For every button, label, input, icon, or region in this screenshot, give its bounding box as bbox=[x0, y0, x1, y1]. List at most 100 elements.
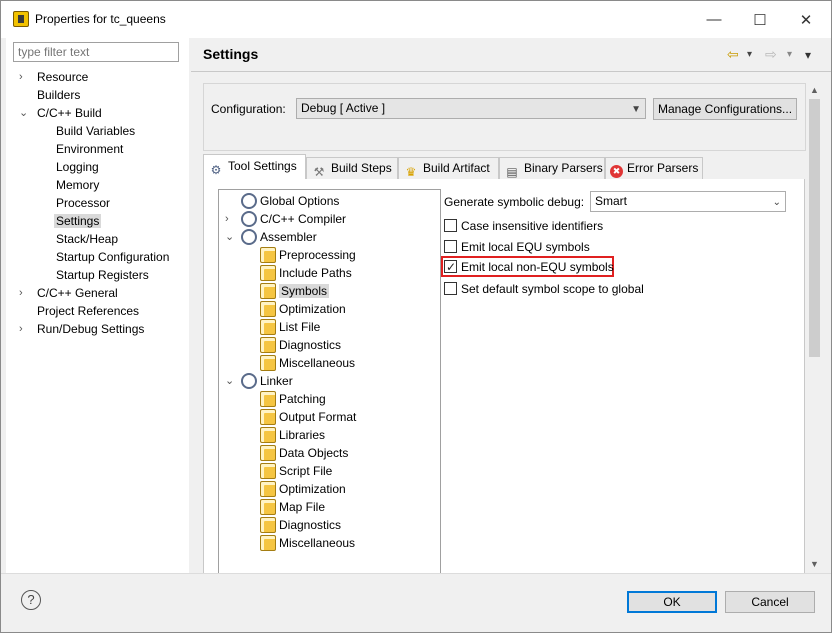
chevron-down-icon[interactable]: ⌄ bbox=[19, 104, 29, 122]
back-history-dropdown-icon[interactable]: ▾ bbox=[747, 49, 752, 60]
nav-item-startup-registers[interactable]: Startup Registers bbox=[56, 266, 149, 284]
nav-item-label: Stack/Heap bbox=[56, 232, 119, 246]
chevron-down-icon[interactable]: ⌄ bbox=[225, 372, 234, 390]
maximize-icon: ☐ bbox=[753, 11, 767, 29]
tab-build-artifact[interactable]: ♛ Build Artifact bbox=[398, 157, 499, 179]
scroll-down-icon[interactable]: ▼ bbox=[810, 559, 819, 569]
nav-item-label: C/C++ Build bbox=[37, 106, 102, 120]
chevron-down-icon: ▼ bbox=[631, 104, 641, 115]
tab-label: Tool Settings bbox=[228, 159, 297, 173]
nav-item-build-variables[interactable]: Build Variables bbox=[56, 122, 135, 140]
tree-item-linker-miscellaneous[interactable]: Miscellaneous bbox=[260, 534, 355, 552]
scroll-thumb[interactable] bbox=[809, 99, 820, 357]
tree-item-optimization[interactable]: Optimization bbox=[260, 300, 346, 318]
gear-icon bbox=[241, 193, 257, 209]
emit-equ-checkbox-row[interactable]: Emit local EQU symbols bbox=[444, 238, 590, 256]
tree-item-label: Libraries bbox=[279, 428, 326, 442]
nav-item-memory[interactable]: Memory bbox=[56, 176, 99, 194]
nav-item-label: Logging bbox=[56, 160, 99, 174]
view-menu-icon[interactable]: ▾ bbox=[805, 48, 811, 62]
emit-equ-checkbox[interactable] bbox=[444, 240, 457, 253]
nav-item-stack-heap[interactable]: Stack/Heap bbox=[56, 230, 118, 248]
chevron-right-icon[interactable]: › bbox=[19, 284, 29, 302]
scroll-up-icon[interactable]: ▲ bbox=[810, 85, 819, 95]
folder-icon bbox=[260, 247, 276, 263]
tree-item-linker-optimization[interactable]: Optimization bbox=[260, 480, 346, 498]
folder-icon bbox=[260, 481, 276, 497]
close-button[interactable]: ✕ bbox=[783, 1, 829, 38]
nav-item-label: Resource bbox=[37, 70, 89, 84]
minimize-icon: — bbox=[706, 11, 722, 28]
maximize-button[interactable]: ☐ bbox=[737, 1, 783, 38]
tree-item-label: Miscellaneous bbox=[279, 536, 356, 550]
tree-item-symbols[interactable]: Symbols bbox=[260, 282, 330, 300]
nav-item-environment[interactable]: Environment bbox=[56, 140, 123, 158]
tree-item-patching[interactable]: Patching bbox=[260, 390, 326, 408]
gear-icon bbox=[241, 229, 257, 245]
global-scope-checkbox-row[interactable]: Set default symbol scope to global bbox=[444, 280, 644, 298]
checkbox-label: Set default symbol scope to global bbox=[461, 282, 644, 296]
tree-item-libraries[interactable]: Libraries bbox=[260, 426, 325, 444]
tree-item-data-objects[interactable]: Data Objects bbox=[260, 444, 348, 462]
tab-tool-settings[interactable]: ⚙ Tool Settings bbox=[203, 154, 306, 180]
tree-item-label: List File bbox=[279, 320, 321, 334]
forward-arrow-icon[interactable]: ⇨ bbox=[765, 46, 777, 63]
cancel-button[interactable]: Cancel bbox=[725, 591, 815, 613]
folder-icon bbox=[260, 463, 276, 479]
folder-icon bbox=[260, 535, 276, 551]
tree-item-miscellaneous[interactable]: Miscellaneous bbox=[260, 354, 355, 372]
tree-item-script-file[interactable]: Script File bbox=[260, 462, 332, 480]
tab-error-parsers[interactable]: ✖ Error Parsers bbox=[605, 157, 703, 179]
filter-input[interactable] bbox=[13, 42, 179, 62]
case-insensitive-checkbox-row[interactable]: Case insensitive identifiers bbox=[444, 217, 603, 235]
tool-settings-panel: Global Options › C/C++ Compiler ⌄ Assemb… bbox=[203, 179, 805, 573]
tree-item-linker-diagnostics[interactable]: Diagnostics bbox=[260, 516, 341, 534]
tab-label: Binary Parsers bbox=[524, 161, 603, 175]
forward-history-dropdown-icon[interactable]: ▾ bbox=[787, 49, 792, 60]
chevron-down-icon: ⌄ bbox=[772, 197, 781, 208]
checkbox-label: Emit local EQU symbols bbox=[461, 240, 590, 254]
manage-configurations-button[interactable]: Manage Configurations... bbox=[653, 98, 797, 120]
minimize-button[interactable]: — bbox=[691, 1, 737, 38]
tree-item-output-format[interactable]: Output Format bbox=[260, 408, 356, 426]
folder-icon bbox=[260, 319, 276, 335]
vertical-scrollbar[interactable]: ▲ ▼ bbox=[807, 83, 822, 573]
tree-item-preprocessing[interactable]: Preprocessing bbox=[260, 246, 356, 264]
tree-item-label: Preprocessing bbox=[279, 248, 356, 262]
tree-item-include-paths[interactable]: Include Paths bbox=[260, 264, 352, 282]
folder-icon bbox=[260, 355, 276, 371]
tab-build-steps[interactable]: ⚒ Build Steps bbox=[306, 157, 398, 179]
tree-item-label: Diagnostics bbox=[279, 518, 342, 532]
emit-non-equ-checkbox[interactable] bbox=[444, 258, 457, 276]
tree-item-list-file[interactable]: List File bbox=[260, 318, 320, 336]
case-insensitive-checkbox[interactable] bbox=[444, 219, 457, 232]
chevron-down-icon[interactable]: ⌄ bbox=[225, 228, 234, 246]
tree-item-map-file[interactable]: Map File bbox=[260, 498, 325, 516]
chevron-right-icon[interactable]: › bbox=[19, 68, 29, 86]
symbolic-debug-select[interactable]: Smart ⌄ bbox=[590, 191, 786, 212]
tool-settings-icon: ⚙ bbox=[210, 163, 222, 177]
gear-icon bbox=[241, 373, 257, 389]
tree-item-global-options[interactable]: Global Options bbox=[241, 192, 339, 210]
nav-item-logging[interactable]: Logging bbox=[56, 158, 99, 176]
chevron-right-icon[interactable]: › bbox=[19, 320, 29, 338]
tree-item-diagnostics[interactable]: Diagnostics bbox=[260, 336, 341, 354]
tab-binary-parsers[interactable]: ▤ Binary Parsers bbox=[499, 157, 605, 179]
folder-icon bbox=[260, 265, 276, 281]
nav-item-label: Environment bbox=[56, 142, 124, 156]
configuration-select[interactable]: Debug [ Active ] ▼ bbox=[296, 98, 646, 119]
folder-icon bbox=[260, 283, 276, 299]
ok-button[interactable]: OK bbox=[627, 591, 717, 613]
emit-non-equ-checkbox-row[interactable]: Emit local non-EQU symbols bbox=[444, 258, 614, 276]
chevron-right-icon[interactable]: › bbox=[225, 210, 229, 228]
nav-item-settings[interactable]: Settings bbox=[54, 212, 102, 230]
tree-item-label: Data Objects bbox=[279, 446, 349, 460]
nav-item-startup-configuration[interactable]: Startup Configuration bbox=[56, 248, 169, 266]
settings-page: Settings ⇦ ▾ ⇨ ▾ ▾ Configuration: Debug … bbox=[191, 38, 831, 573]
nav-item-label: Startup Registers bbox=[56, 268, 149, 282]
global-scope-checkbox[interactable] bbox=[444, 282, 457, 295]
back-arrow-icon[interactable]: ⇦ bbox=[727, 46, 739, 63]
tree-item-label: Map File bbox=[279, 500, 326, 514]
nav-item-processor[interactable]: Processor bbox=[56, 194, 110, 212]
help-icon[interactable]: ? bbox=[21, 590, 41, 610]
